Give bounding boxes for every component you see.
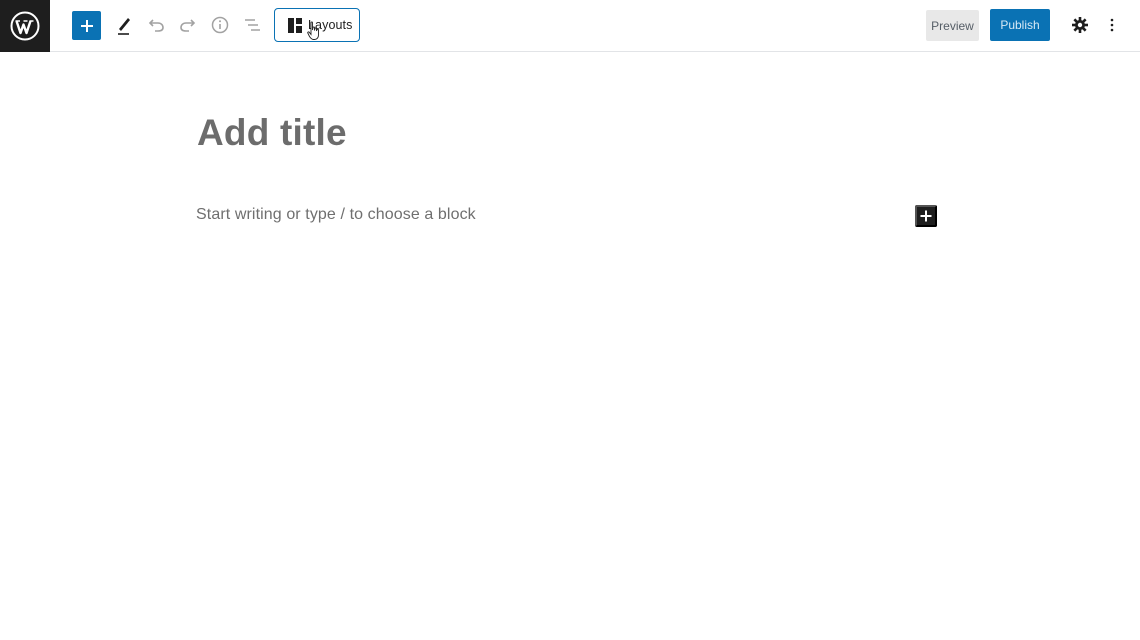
gear-icon: [1072, 17, 1088, 33]
hand-pointer-icon: [307, 21, 319, 40]
layouts-grid-icon: [288, 17, 302, 33]
more-vertical-icon: [1110, 18, 1114, 32]
undo-icon: [148, 19, 164, 32]
undo-button[interactable]: [145, 12, 167, 38]
wordpress-logo-icon[interactable]: [0, 0, 50, 52]
redo-icon: [180, 19, 196, 32]
settings-button[interactable]: [1069, 13, 1091, 37]
plus-icon: [80, 19, 93, 32]
details-button[interactable]: [209, 12, 231, 38]
plus-icon: [920, 210, 932, 222]
tools-button[interactable]: [112, 12, 136, 38]
preview-button[interactable]: Preview: [926, 10, 979, 41]
inline-add-block-button[interactable]: [915, 205, 937, 227]
pencil-icon: [118, 18, 130, 35]
publish-button[interactable]: Publish: [990, 9, 1050, 41]
list-view-button[interactable]: [241, 12, 263, 38]
list-outline-icon: [245, 19, 260, 31]
add-block-button[interactable]: [72, 11, 101, 40]
info-icon: [211, 16, 229, 34]
redo-button[interactable]: [177, 12, 199, 38]
block-placeholder-input[interactable]: Start writing or type / to choose a bloc…: [196, 206, 896, 228]
options-button[interactable]: [1103, 13, 1121, 37]
editor-header: Layouts Preview Publish: [0, 0, 1140, 52]
post-title-input[interactable]: Add title: [197, 112, 937, 160]
